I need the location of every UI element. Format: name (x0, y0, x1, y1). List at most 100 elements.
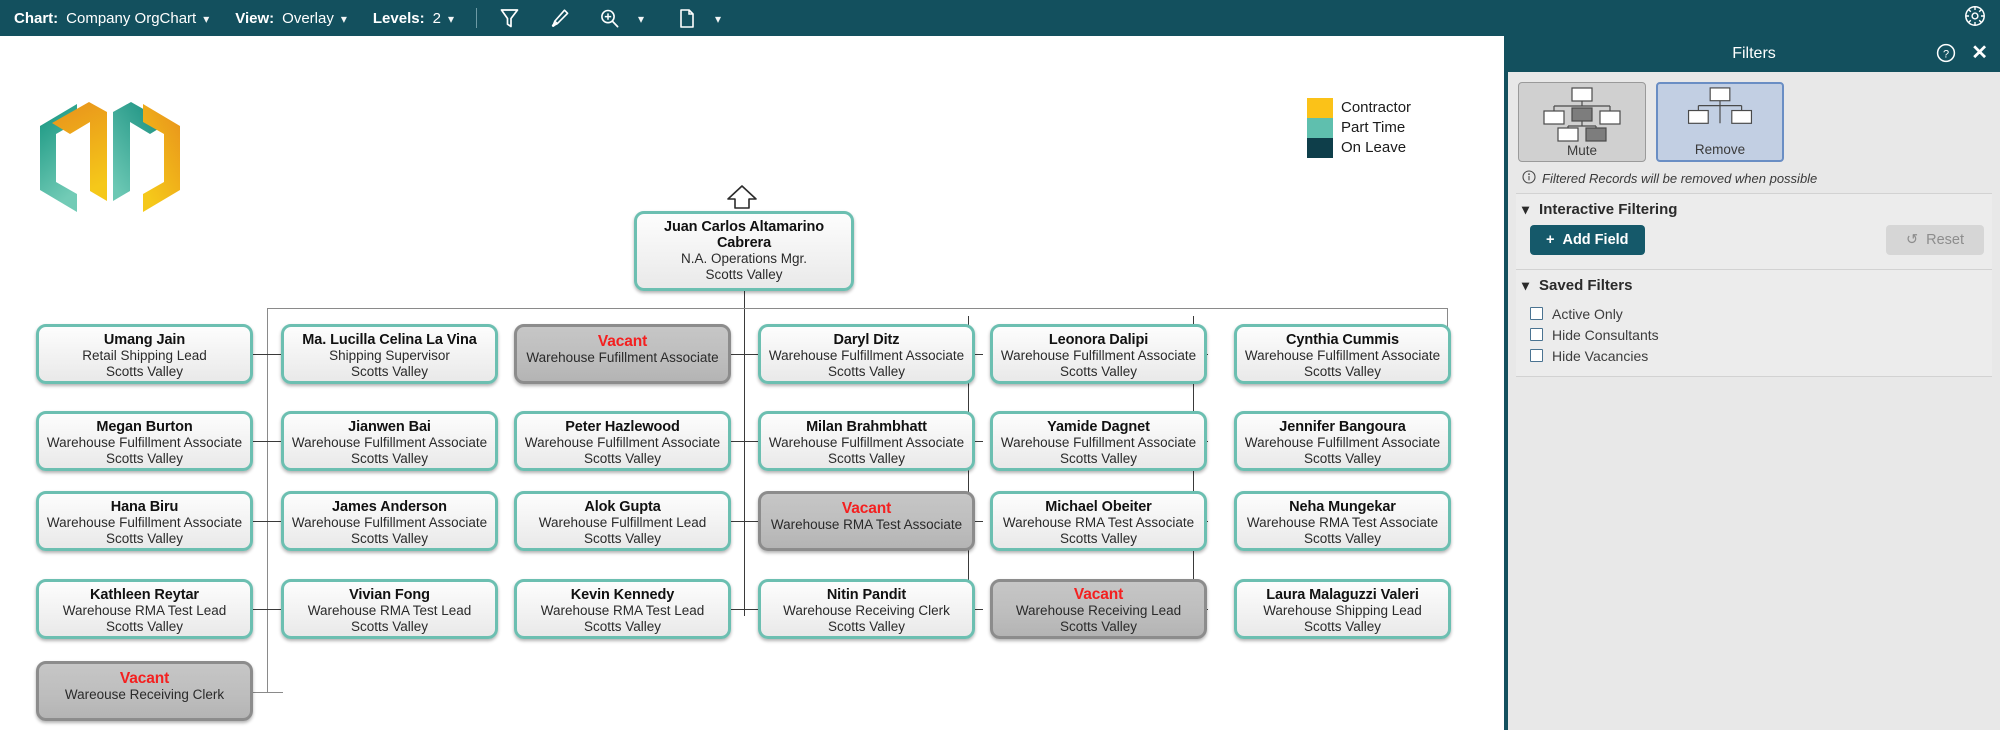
orgchart-node[interactable]: Megan Burton Warehouse Fulfillment Assoc… (36, 411, 253, 471)
orgchart-node[interactable]: Vivian Fong Warehouse RMA Test Lead Scot… (281, 579, 498, 639)
node-location: Scotts Valley (105, 364, 184, 379)
connector (253, 441, 283, 442)
node-name: Peter Hazlewood (565, 419, 680, 435)
orgchart-node[interactable]: Nitin Pandit Warehouse Receiving Clerk S… (758, 579, 975, 639)
legend-item: Contractor (1307, 98, 1411, 118)
add-field-label: Add Field (1562, 232, 1629, 248)
checkbox-active-only[interactable] (1530, 307, 1543, 320)
orgchart-node[interactable]: Kathleen Reytar Warehouse RMA Test Lead … (36, 579, 253, 639)
help-circle-icon[interactable]: ? (1936, 43, 1956, 68)
node-name: Juan Carlos Altamarino Cabrera (663, 219, 825, 251)
remove-mode-button[interactable]: Remove (1656, 82, 1784, 162)
legend-label: On Leave (1341, 139, 1407, 156)
node-location: Scotts Valley (827, 619, 906, 634)
node-name: Vacant (1073, 586, 1124, 603)
node-location: Scotts Valley (583, 619, 662, 634)
node-location: Scotts Valley (105, 451, 184, 466)
node-location: Scotts Valley (1059, 619, 1138, 634)
close-icon[interactable]: ✕ (1971, 42, 1988, 64)
zoom-button[interactable]: ▾ (593, 1, 644, 35)
orgchart-node[interactable]: Daryl Ditz Warehouse Fulfillment Associa… (758, 324, 975, 384)
node-name: Ma. Lucilla Celina La Vina (302, 332, 477, 348)
legend-label: Part Time (1341, 119, 1406, 136)
saved-filter-option[interactable]: Hide Vacancies (1530, 345, 1992, 366)
node-title: Warehouse Fulfillment Associate (768, 348, 965, 363)
orgchart-node[interactable]: Umang Jain Retail Shipping Lead Scotts V… (36, 324, 253, 384)
interactive-filtering-section: ▾ Interactive Filtering + Add Field ↺ Re… (1516, 193, 1992, 270)
node-title: Warehouse Fulfillment Associate (1000, 435, 1197, 450)
orgchart-node-root[interactable]: Juan Carlos Altamarino Cabrera N.A. Oper… (634, 211, 854, 291)
node-location: Scotts Valley (1059, 364, 1138, 379)
saved-filter-option[interactable]: Active Only (1530, 303, 1992, 324)
orgchart-node[interactable]: Alok Gupta Warehouse Fulfillment Lead Sc… (514, 491, 731, 551)
orgchart-node-vacant[interactable]: Vacant Warehouse RMA Test Associate (758, 491, 975, 551)
orgchart-node[interactable]: Peter Hazlewood Warehouse Fulfillment As… (514, 411, 731, 471)
node-name: James Anderson (332, 499, 447, 515)
node-location: Scotts Valley (1059, 531, 1138, 546)
orgchart-node[interactable]: Jennifer Bangoura Warehouse Fulfillment … (1234, 411, 1451, 471)
filter-funnel-button[interactable] (493, 1, 531, 35)
saved-filter-label: Active Only (1552, 305, 1623, 322)
chevron-down-icon: ▾ (340, 12, 347, 26)
orgchart-node[interactable]: James Anderson Warehouse Fulfillment Ass… (281, 491, 498, 551)
orgchart-node[interactable]: Leonora Dalipi Warehouse Fulfillment Ass… (990, 324, 1207, 384)
saved-filter-option[interactable]: Hide Consultants (1530, 324, 1992, 345)
interactive-filtering-header[interactable]: ▾ Interactive Filtering (1516, 194, 1992, 225)
connector (730, 441, 758, 442)
checkbox-hide-vacancies[interactable] (1530, 349, 1543, 362)
chart-selector[interactable]: Company OrgChart ▾ (58, 10, 209, 27)
page-export-button[interactable]: ▾ (670, 1, 721, 35)
node-location: Scotts Valley (105, 531, 184, 546)
orgchart-node[interactable]: Ma. Lucilla Celina La Vina Shipping Supe… (281, 324, 498, 384)
legend-swatch-onleave (1307, 138, 1333, 158)
settings-button[interactable] (1960, 3, 1990, 33)
orgchart-node[interactable]: Michael Obeiter Warehouse RMA Test Assoc… (990, 491, 1207, 551)
node-name: Laura Malaguzzi Valeri (1266, 587, 1419, 603)
node-title: Shipping Supervisor (329, 348, 450, 363)
node-location: Scotts Valley (1303, 364, 1382, 379)
orgchart-node[interactable]: Jianwen Bai Warehouse Fulfillment Associ… (281, 411, 498, 471)
orgchart-node-vacant[interactable]: Vacant Warehouse Fufillment Associate (514, 324, 731, 384)
orgchart-node[interactable]: Hana Biru Warehouse Fulfillment Associat… (36, 491, 253, 551)
node-location: Scotts Valley (583, 451, 662, 466)
legend-item: On Leave (1307, 138, 1411, 158)
view-selector[interactable]: Overlay ▾ (274, 10, 347, 27)
reset-button[interactable]: ↺ Reset (1885, 225, 1984, 255)
svg-text:?: ? (1943, 48, 1949, 60)
orgchart-canvas[interactable]: Contractor Part Time On Leave Juan Carlo… (0, 36, 1504, 730)
node-title: Warehouse RMA Test Lead (540, 603, 705, 618)
highlighter-button[interactable] (543, 1, 581, 35)
levels-selector[interactable]: 2 ▾ (425, 10, 454, 27)
orgchart-node[interactable]: Cynthia Cummis Warehouse Fulfillment Ass… (1234, 324, 1451, 384)
saved-filters-header[interactable]: ▾ Saved Filters (1516, 270, 1992, 301)
mute-mode-button[interactable]: Mute (1518, 82, 1646, 162)
chevron-down-icon: ▾ (203, 12, 210, 26)
node-name: Vacant (597, 333, 648, 350)
node-title: Warehouse RMA Test Associate (1246, 515, 1439, 530)
add-field-button[interactable]: + Add Field (1530, 225, 1645, 255)
view-label: View: (235, 9, 275, 27)
orgchart-node[interactable]: Yamide Dagnet Warehouse Fulfillment Asso… (990, 411, 1207, 471)
connector (744, 291, 745, 316)
checkbox-hide-consultants[interactable] (1530, 328, 1543, 341)
connector (253, 609, 283, 610)
orgchart-node[interactable]: Laura Malaguzzi Valeri Warehouse Shippin… (1234, 579, 1451, 639)
connector (730, 354, 758, 355)
legend-swatch-contractor (1307, 98, 1333, 118)
node-name: Daryl Ditz (833, 332, 900, 348)
orgchart-node-vacant[interactable]: Vacant Wareouse Receiving Clerk (36, 661, 253, 721)
node-name: Nitin Pandit (826, 587, 907, 603)
node-title: N.A. Operations Mgr. (680, 251, 808, 266)
legend: Contractor Part Time On Leave (1307, 98, 1411, 158)
node-location: Scotts Valley (827, 451, 906, 466)
node-location: Scotts Valley (1303, 619, 1382, 634)
chart-label: Chart: (14, 9, 59, 27)
orgchart-node[interactable]: Milan Brahmbhatt Warehouse Fulfillment A… (758, 411, 975, 471)
node-title: Warehouse Fufillment Associate (526, 350, 719, 365)
node-location: Scotts Valley (350, 451, 429, 466)
node-name: Jianwen Bai (348, 419, 431, 435)
orgchart-node[interactable]: Kevin Kennedy Warehouse RMA Test Lead Sc… (514, 579, 731, 639)
orgchart-node-vacant[interactable]: Vacant Warehouse Receiving Lead Scotts V… (990, 579, 1207, 639)
node-title: Warehouse Fulfillment Associate (291, 515, 488, 530)
orgchart-node[interactable]: Neha Mungekar Warehouse RMA Test Associa… (1234, 491, 1451, 551)
